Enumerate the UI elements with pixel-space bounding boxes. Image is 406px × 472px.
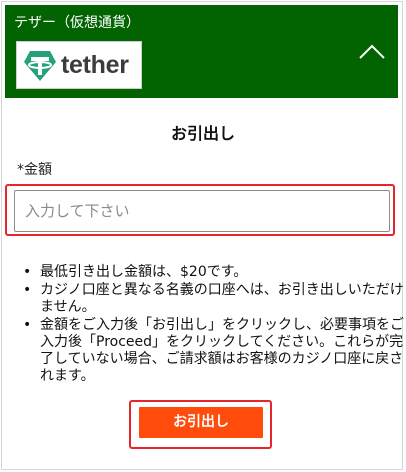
withdrawal-notes: • 最低引き出し金額は、$20です。 • カジノ口座と異なる名義の口座へは、お引き出…: [22, 264, 406, 386]
amount-label: *金額: [17, 162, 52, 178]
payment-method-header[interactable]: テザー（仮想通貨） tether: [5, 5, 398, 98]
note-text: カジノ口座と異なる名義の口座へは、お引き出しいただけません。: [40, 282, 404, 315]
collapse-button[interactable]: [358, 41, 386, 63]
chevron-up-icon: [359, 44, 385, 59]
note-text: 最低引き出し金額は、$20です。: [40, 264, 248, 280]
note-item: • 金額をご入力後「お引出し」をクリックし、必要事項をご入力後「Proceed」を…: [23, 317, 404, 384]
amount-input[interactable]: [14, 190, 390, 232]
tether-wordmark: tether: [61, 51, 129, 79]
payment-method-title: テザー（仮想通貨）: [14, 15, 140, 31]
tether-icon: [24, 51, 56, 81]
note-text: 金額をご入力後「お引出し」をクリックし、必要事項をご入力後「Proceed」をク…: [40, 317, 404, 384]
tether-logo: tether: [16, 41, 142, 89]
withdraw-button[interactable]: お引出し: [139, 407, 263, 438]
note-item: • 最低引き出し金額は、$20です。: [23, 264, 248, 280]
note-item: • カジノ口座と異なる名義の口座へは、お引き出しいただけません。: [23, 282, 404, 315]
page-title: お引出し: [170, 124, 235, 143]
